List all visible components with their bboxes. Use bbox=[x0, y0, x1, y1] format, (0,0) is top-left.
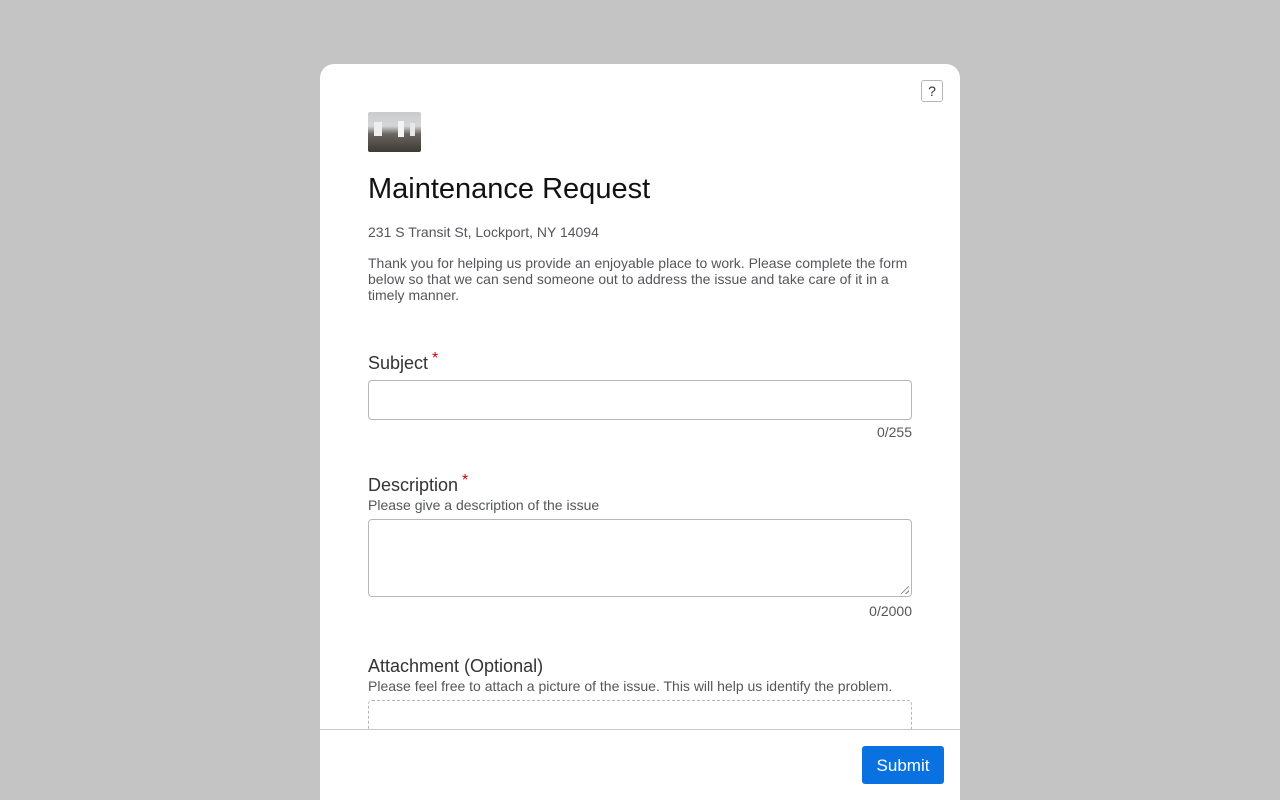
description-label: Description * bbox=[368, 472, 469, 496]
subject-char-counter: 0/255 bbox=[876, 424, 912, 440]
property-address: 231 S Transit St, Lockport, NY 14094 bbox=[368, 224, 599, 240]
page-title: Maintenance Request bbox=[368, 173, 651, 205]
attachment-dropzone[interactable] bbox=[368, 700, 912, 729]
subject-input[interactable] bbox=[368, 380, 912, 420]
property-photo bbox=[368, 112, 421, 152]
subject-field: Subject * 0/255 bbox=[368, 350, 912, 440]
help-button[interactable]: ? bbox=[921, 80, 943, 102]
resize-handle-icon[interactable] bbox=[901, 586, 909, 594]
required-marker: * bbox=[432, 350, 439, 367]
description-hint: Please give a description of the issue bbox=[368, 497, 600, 513]
description-field: Description * Please give a description o… bbox=[368, 472, 912, 619]
form-card: Maintenance Request 231 S Transit St, Lo… bbox=[320, 64, 960, 800]
intro-text: Thank you for helping us provide an enjo… bbox=[368, 255, 908, 303]
description-char-counter: 0/2000 bbox=[869, 603, 912, 619]
form-content: Maintenance Request 231 S Transit St, Lo… bbox=[368, 112, 912, 729]
required-marker: * bbox=[462, 472, 469, 489]
attachment-field: Attachment (Optional) Please feel free t… bbox=[368, 655, 912, 729]
subject-label: Subject * bbox=[368, 350, 439, 374]
attachment-hint: Please feel free to attach a picture of … bbox=[368, 678, 893, 694]
attachment-label: Attachment (Optional) bbox=[368, 656, 544, 676]
submit-button[interactable]: Submit bbox=[862, 746, 944, 784]
form-footer: Submit bbox=[320, 729, 960, 800]
form-scroll-area[interactable]: Maintenance Request 231 S Transit St, Lo… bbox=[320, 64, 960, 729]
description-textarea[interactable] bbox=[368, 519, 912, 597]
